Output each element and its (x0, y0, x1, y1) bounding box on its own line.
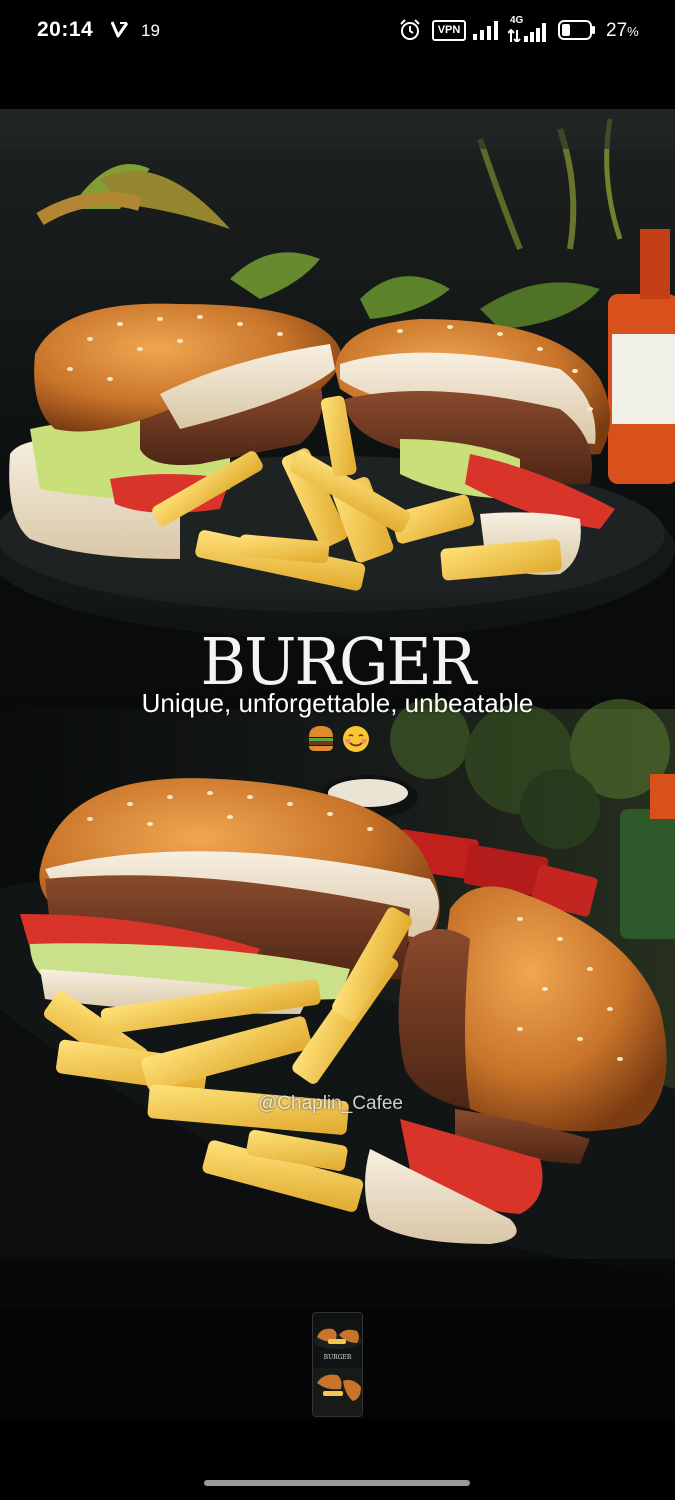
notification-count: 19 (141, 21, 160, 40)
emoji-row (309, 726, 369, 752)
signal-icon (473, 21, 498, 40)
story-image[interactable]: BURGER Unique, unforgettable, unbeatable… (0, 109, 675, 1309)
vpn-icon: VPN (432, 20, 466, 41)
thumbnail-item[interactable]: BURGER (312, 1312, 363, 1417)
story-tagline: Unique, unforgettable, unbeatable (141, 688, 534, 718)
thumbnail-strip: BURGER (0, 1309, 675, 1419)
battery-percent: 27% (606, 20, 639, 41)
gesture-bar[interactable] (204, 1480, 470, 1486)
v-notification-icon (111, 21, 129, 38)
thumbnail-label: BURGER (323, 1354, 352, 1361)
watermark-handle: @Chaplin_Cafee (258, 1093, 403, 1114)
status-bar: 20:14 19 VPN 4G 27% (0, 0, 675, 62)
burger-emoji (309, 726, 333, 751)
smiling-face-emoji (343, 726, 369, 752)
status-time: 20:14 (37, 18, 94, 41)
thumbnail-image (313, 1313, 362, 1416)
navigation-area (0, 1419, 675, 1500)
network-type-label: 4G (510, 15, 524, 26)
alarm-icon (400, 19, 420, 40)
battery-icon (558, 20, 595, 40)
